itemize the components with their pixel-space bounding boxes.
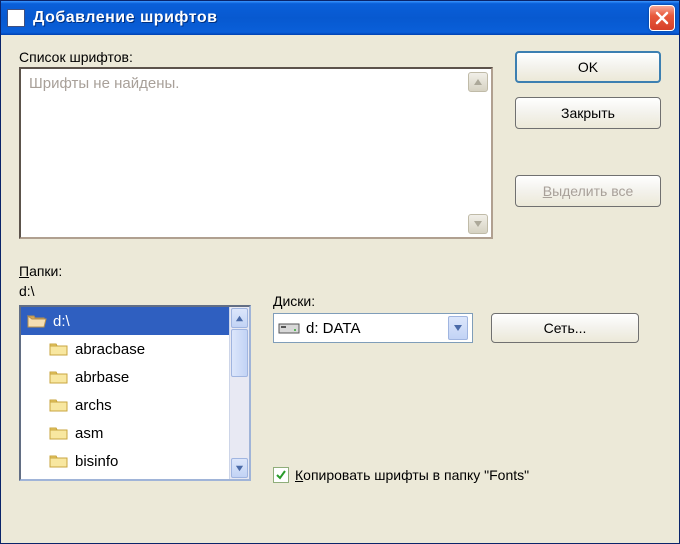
folder-icon [49,453,69,469]
folder-scroll-up[interactable] [231,308,248,328]
drive-dropdown-button[interactable] [448,316,468,340]
folder-icon [49,369,69,385]
current-path: d:\ [19,283,251,299]
chevron-down-icon [453,323,463,333]
folder-scroll-thumb[interactable] [231,329,248,377]
window-title: Добавление шрифтов [33,9,649,27]
folder-item[interactable]: bisinfo [21,447,249,475]
scroll-up-button[interactable] [468,72,488,92]
drive-selected-text: d: DATA [306,320,448,337]
folder-list[interactable]: d:\ abracbase abrbase archs asm bisinfo [19,305,251,481]
drive-select[interactable]: d: DATA [273,313,473,343]
select-all-button[interactable]: Выделить все [515,175,661,207]
folder-open-icon [27,313,47,329]
font-list[interactable]: Шрифты не найдены. [19,67,493,239]
dialog-content: Список шрифтов: Шрифты не найдены. OK За… [1,35,679,543]
ok-button[interactable]: OK [515,51,661,83]
folder-icon [49,341,69,357]
copy-fonts-label: Копировать шрифты в папку "Fonts" [295,467,529,483]
folder-scroll-down[interactable] [231,458,248,478]
titlebar: Добавление шрифтов [1,1,679,35]
folder-item-label: d:\ [53,313,70,330]
font-list-placeholder: Шрифты не найдены. [29,75,179,92]
folder-item-label: archs [75,397,112,414]
folder-item-label: abracbase [75,341,145,358]
folders-label: Папки: [19,263,251,279]
folder-item[interactable]: archs [21,391,249,419]
add-fonts-dialog: Добавление шрифтов Список шрифтов: Шрифт… [0,0,680,544]
close-icon [655,11,669,25]
folder-item-label: asm [75,425,103,442]
check-icon [275,469,287,481]
font-list-label: Список шрифтов: [19,49,493,65]
folder-item[interactable]: abracbase [21,335,249,363]
copy-fonts-checkbox[interactable] [273,467,289,483]
chevron-down-icon [473,219,483,229]
folder-item[interactable]: d:\ [21,307,249,335]
drive-icon [278,321,300,335]
drives-label: Диски: [273,293,661,309]
scroll-down-button[interactable] [468,214,488,234]
chevron-down-icon [235,464,244,473]
folder-scrollbar[interactable] [229,307,249,479]
folder-item[interactable]: asm [21,419,249,447]
network-button[interactable]: Сеть... [491,313,639,343]
folder-item-label: bisinfo [75,453,118,470]
close-button[interactable]: Закрыть [515,97,661,129]
close-window-button[interactable] [649,5,675,31]
select-all-label: Выделить все [543,183,634,199]
chevron-up-icon [473,77,483,87]
chevron-up-icon [235,314,244,323]
folder-item-label: abrbase [75,369,129,386]
folder-icon [49,397,69,413]
folder-icon [49,425,69,441]
folder-item[interactable]: abrbase [21,363,249,391]
window-icon [7,9,25,27]
